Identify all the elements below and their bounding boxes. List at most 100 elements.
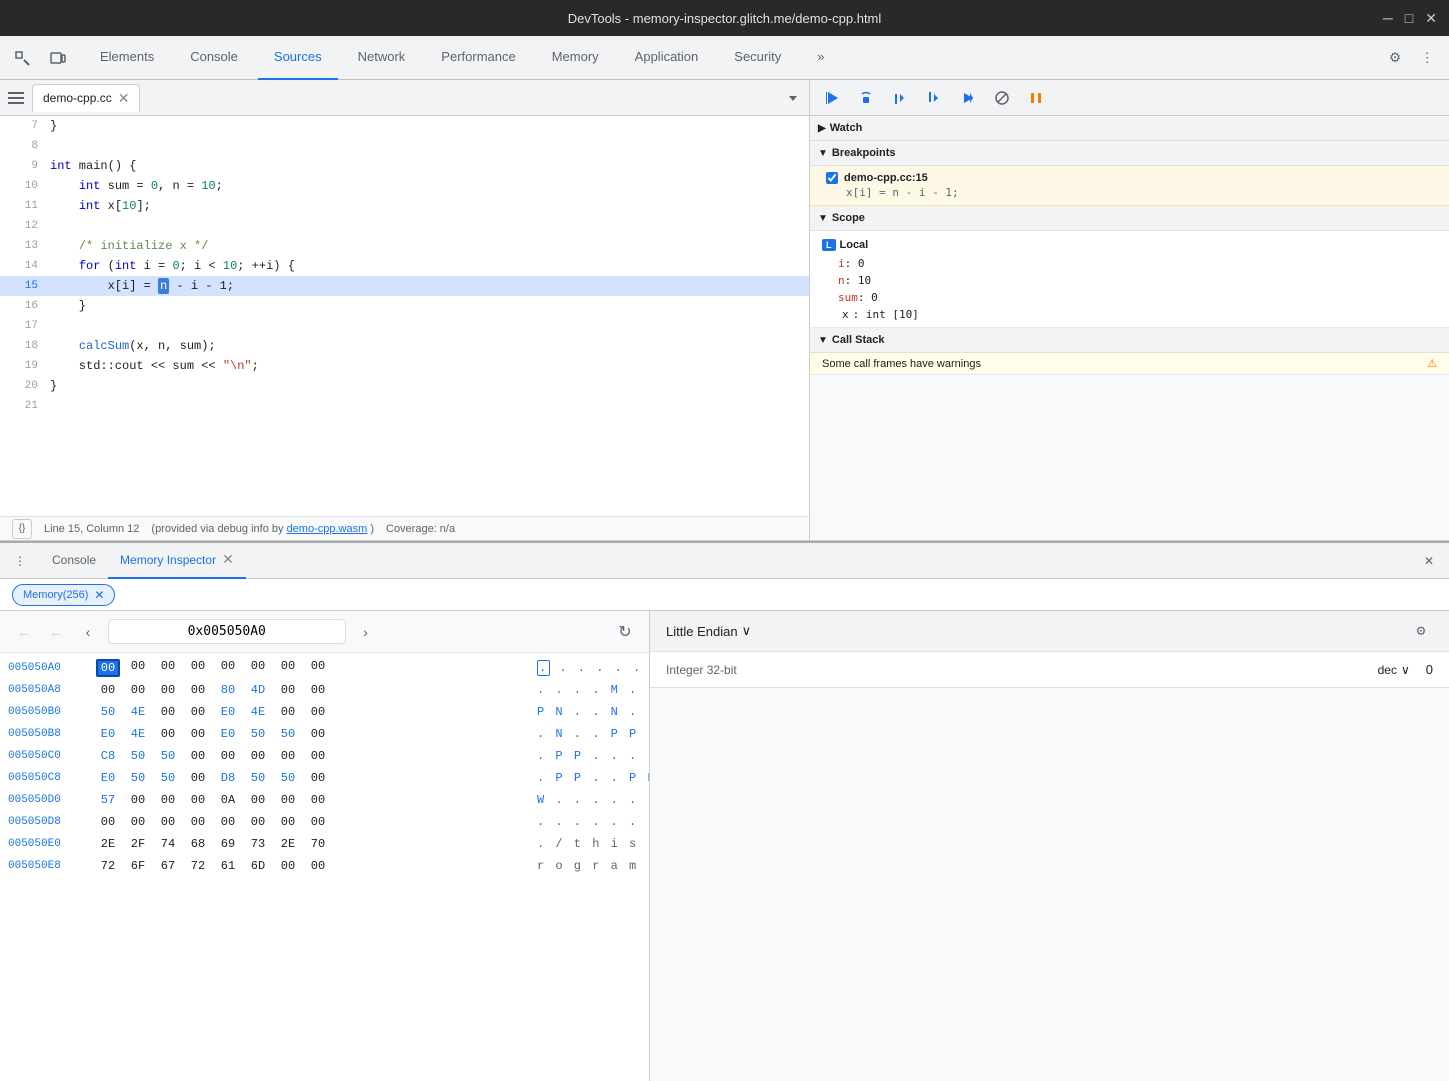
hex-byte[interactable]: 00 (216, 749, 240, 763)
hex-byte[interactable]: E0 (96, 727, 120, 741)
hex-byte[interactable]: 00 (96, 683, 120, 697)
tab-elements[interactable]: Elements (84, 36, 170, 80)
hex-byte[interactable]: 00 (186, 705, 210, 719)
tab-memory[interactable]: Memory (536, 36, 615, 80)
memory-inspector-tab-close[interactable]: ✕ (222, 551, 234, 568)
hex-byte[interactable]: 73 (246, 837, 270, 851)
hex-byte[interactable]: 00 (246, 659, 270, 677)
hex-byte[interactable]: 57 (96, 793, 120, 807)
hex-byte[interactable]: 00 (246, 793, 270, 807)
hex-byte[interactable]: 00 (186, 683, 210, 697)
hex-byte[interactable]: 00 (246, 815, 270, 829)
hex-byte[interactable]: C8 (96, 749, 120, 763)
deactivate-breakpoints-button[interactable] (988, 84, 1016, 112)
source-tab-close[interactable]: ✕ (118, 90, 130, 107)
tab-network[interactable]: Network (342, 36, 422, 80)
hex-byte[interactable]: 00 (276, 859, 300, 873)
hex-byte[interactable]: 00 (186, 815, 210, 829)
hex-byte[interactable]: 00 (186, 749, 210, 763)
hex-byte[interactable]: 00 (96, 659, 120, 677)
hex-byte[interactable]: 4E (126, 727, 150, 741)
hex-byte[interactable]: 00 (276, 683, 300, 697)
tab-performance[interactable]: Performance (425, 36, 531, 80)
value-format-select[interactable]: dec ∨ (1378, 663, 1410, 677)
hex-byte[interactable]: 2F (126, 837, 150, 851)
step-button[interactable] (954, 84, 982, 112)
close-window-button[interactable]: ✕ (1425, 10, 1437, 27)
scope-var-x[interactable]: x: int [10] (818, 306, 1441, 323)
hex-byte[interactable]: 00 (156, 659, 180, 677)
hex-byte[interactable]: 50 (126, 771, 150, 785)
hex-byte[interactable]: 72 (186, 859, 210, 873)
hex-byte[interactable]: 80 (216, 683, 240, 697)
step-out-button[interactable] (920, 84, 948, 112)
hex-byte[interactable]: 50 (276, 771, 300, 785)
hex-byte[interactable]: 00 (306, 683, 330, 697)
inspect-element-button[interactable] (8, 44, 36, 72)
resume-button[interactable] (818, 84, 846, 112)
tab-console[interactable]: Console (174, 36, 254, 80)
memory-tab-chip[interactable]: Memory(256) ✕ (12, 584, 115, 606)
hex-byte[interactable]: 00 (306, 859, 330, 873)
hex-byte[interactable]: 4E (246, 705, 270, 719)
hex-byte[interactable]: 61 (216, 859, 240, 873)
tab-sources[interactable]: Sources (258, 36, 338, 80)
hex-byte[interactable]: 00 (306, 793, 330, 807)
minimize-button[interactable]: ─ (1383, 10, 1393, 26)
hex-byte[interactable]: 0A (216, 793, 240, 807)
hex-byte[interactable]: 00 (126, 815, 150, 829)
hex-byte[interactable]: 2E (96, 837, 120, 851)
hex-byte[interactable]: 69 (216, 837, 240, 851)
hex-byte[interactable]: 70 (306, 837, 330, 851)
hex-byte[interactable]: 00 (216, 815, 240, 829)
hex-byte[interactable]: 50 (246, 771, 270, 785)
hex-byte[interactable]: 50 (156, 749, 180, 763)
hex-byte[interactable]: 00 (276, 659, 300, 677)
hex-byte[interactable]: E0 (216, 727, 240, 741)
hex-byte[interactable]: 00 (156, 705, 180, 719)
tab-more[interactable]: » (801, 36, 840, 80)
memory-chip-close[interactable]: ✕ (94, 588, 104, 602)
hex-byte[interactable]: 00 (156, 727, 180, 741)
hex-byte[interactable]: 00 (276, 815, 300, 829)
hex-byte[interactable]: 00 (186, 727, 210, 741)
breakpoint-checkbox[interactable] (826, 172, 838, 184)
nav-next-button[interactable]: › (354, 620, 378, 644)
hex-byte[interactable]: 00 (126, 659, 150, 677)
hex-byte[interactable]: 00 (276, 705, 300, 719)
tab-application[interactable]: Application (619, 36, 715, 80)
hex-byte[interactable]: E0 (96, 771, 120, 785)
hex-byte[interactable]: 2E (276, 837, 300, 851)
tab-security[interactable]: Security (718, 36, 797, 80)
hex-byte[interactable]: 00 (156, 683, 180, 697)
hex-byte[interactable]: 4D (246, 683, 270, 697)
address-input[interactable] (108, 619, 346, 644)
settings-button[interactable]: ⚙ (1381, 44, 1409, 72)
hex-byte[interactable]: 00 (306, 815, 330, 829)
hex-byte[interactable]: 6D (246, 859, 270, 873)
watch-section-header[interactable]: Watch (810, 116, 1449, 141)
hex-byte[interactable]: 00 (306, 771, 330, 785)
hex-byte[interactable]: 00 (306, 727, 330, 741)
call-stack-section-header[interactable]: Call Stack (810, 328, 1449, 353)
format-toggle[interactable]: {} (12, 519, 32, 539)
nav-back-button[interactable]: ← (12, 620, 36, 644)
scope-section-header[interactable]: Scope (810, 206, 1449, 231)
tab-memory-inspector[interactable]: Memory Inspector ✕ (108, 543, 246, 579)
hex-byte[interactable]: 00 (216, 659, 240, 677)
refresh-button[interactable]: ↻ (613, 620, 637, 644)
endian-select[interactable]: Little Endian ∨ (666, 623, 751, 639)
hex-byte[interactable]: 72 (96, 859, 120, 873)
source-file-tab[interactable]: demo-cpp.cc ✕ (32, 84, 140, 112)
nav-back2-button[interactable]: ← (44, 620, 68, 644)
hex-byte[interactable]: 00 (186, 659, 210, 677)
value-panel-settings-button[interactable]: ⚙ (1409, 619, 1433, 643)
wasm-link[interactable]: demo-cpp.wasm (287, 523, 368, 535)
more-menu-button[interactable]: ⋮ (1413, 44, 1441, 72)
hex-byte[interactable]: 00 (306, 749, 330, 763)
bottom-tab-toggle[interactable]: ⋮ (8, 549, 32, 573)
hex-byte[interactable]: 74 (156, 837, 180, 851)
hex-byte[interactable]: 00 (186, 771, 210, 785)
maximize-button[interactable]: □ (1405, 10, 1413, 26)
hex-byte[interactable]: 50 (246, 727, 270, 741)
